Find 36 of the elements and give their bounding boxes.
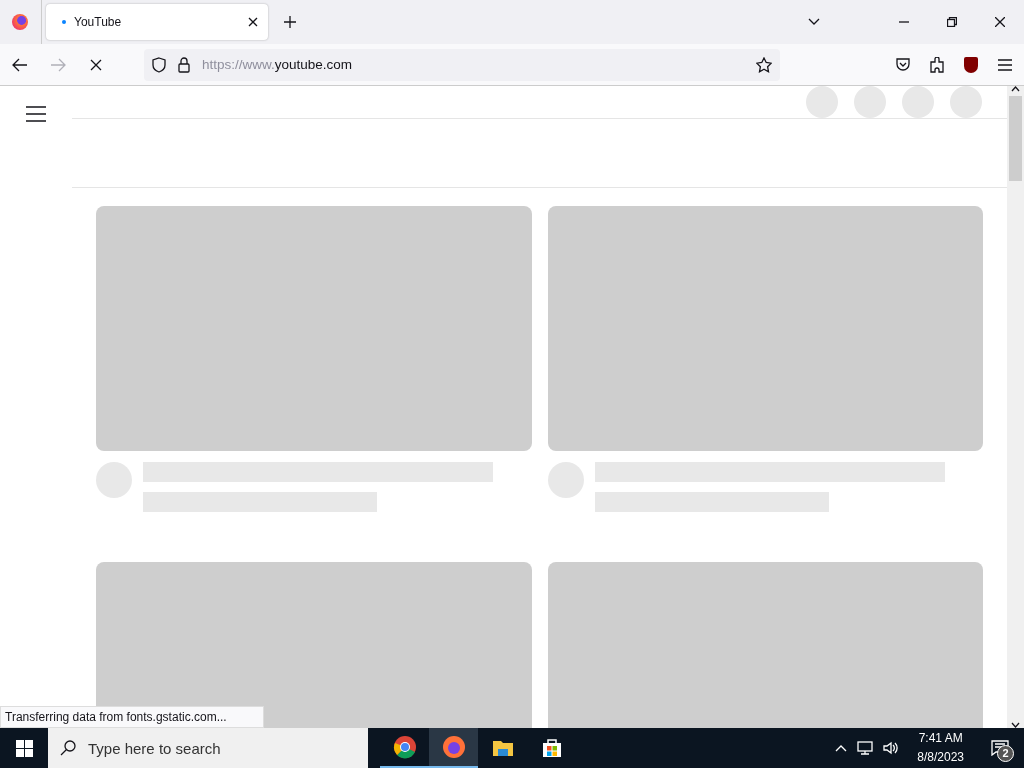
windows-start-icon[interactable]	[15, 739, 33, 757]
search-icon	[60, 740, 76, 756]
shield-icon	[152, 56, 166, 73]
search-field[interactable]: Type here to search	[48, 728, 368, 768]
shield-extension-icon[interactable]	[964, 56, 978, 73]
stop-icon[interactable]	[90, 58, 102, 71]
taskbar-app[interactable]	[429, 728, 478, 768]
tab-list-icon[interactable]	[808, 18, 820, 26]
close-icon[interactable]	[995, 17, 1005, 27]
scroll-down-icon[interactable]	[1011, 722, 1020, 728]
status-text: Transferring data from fonts.gstatic.com...	[0, 706, 264, 728]
address-bar[interactable]: https://www.youtube.com	[144, 48, 780, 81]
lock-icon	[178, 56, 190, 73]
pocket-icon[interactable]	[896, 58, 910, 71]
close-icon[interactable]	[248, 17, 258, 27]
extensions-icon[interactable]	[930, 56, 944, 73]
notification-count: 2	[997, 745, 1014, 762]
volume-icon[interactable]	[883, 741, 900, 755]
notifications-button[interactable]: 2	[982, 728, 1018, 768]
back-icon[interactable]	[12, 57, 28, 72]
new-tab-icon[interactable]	[284, 16, 296, 28]
firefox-icon	[441, 735, 466, 759]
show-hidden-icons-icon[interactable]	[835, 744, 848, 752]
network-icon[interactable]	[857, 741, 874, 755]
firefox-menu-icon[interactable]	[12, 14, 28, 30]
notification-icon	[991, 740, 1009, 756]
chrome-icon	[392, 735, 417, 759]
scrollbar[interactable]	[1007, 86, 1024, 728]
clock[interactable]: 7:41 AM 8/8/2023	[917, 729, 964, 767]
menu-icon[interactable]	[26, 106, 46, 122]
browser-tab[interactable]: YouTube	[46, 4, 268, 40]
bookmark-star-icon[interactable]	[756, 56, 772, 73]
scroll-up-icon[interactable]	[1011, 86, 1020, 92]
restore-icon[interactable]	[947, 17, 957, 27]
menu-icon[interactable]	[998, 58, 1012, 71]
scrollbar-thumb[interactable]	[1009, 96, 1022, 181]
